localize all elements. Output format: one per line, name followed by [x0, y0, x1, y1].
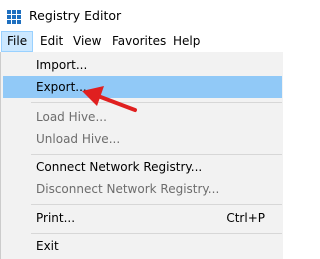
menu-separator — [31, 102, 282, 103]
menu-item-unload-hive: Unload Hive... — [36, 132, 121, 146]
menu-favorites[interactable]: Favorites — [107, 31, 171, 52]
menu-item-import[interactable]: Import... — [3, 54, 282, 76]
menu-separator — [31, 204, 282, 205]
registry-editor-icon — [7, 10, 21, 24]
menu-edit[interactable]: Edit — [35, 31, 68, 52]
menu-help[interactable]: Help — [168, 31, 205, 52]
menu-item-disconnect-network-registry: Disconnect Network Registry... — [36, 182, 220, 196]
menu-item-load-hive: Load Hive... — [36, 110, 107, 124]
menu-separator — [31, 233, 282, 234]
menu-file[interactable]: File — [1, 31, 34, 52]
menu-separator — [31, 154, 282, 155]
menu-bar: File Edit View Favorites Help — [0, 31, 283, 52]
file-menu-dropdown: Import... Export... Load Hive... Unload … — [0, 52, 283, 259]
menu-view[interactable]: View — [68, 31, 106, 52]
menu-item-print[interactable]: Print... Ctrl+P — [3, 207, 282, 229]
menu-item-export[interactable]: Export... — [3, 76, 282, 98]
menu-item-exit[interactable]: Exit — [3, 235, 282, 257]
menu-item-connect-network-registry[interactable]: Connect Network Registry... — [3, 156, 282, 178]
menu-item-print-label: Print... — [36, 211, 76, 225]
title-bar: Registry Editor — [0, 0, 283, 31]
window-title: Registry Editor — [29, 8, 122, 23]
print-shortcut: Ctrl+P — [226, 211, 265, 225]
